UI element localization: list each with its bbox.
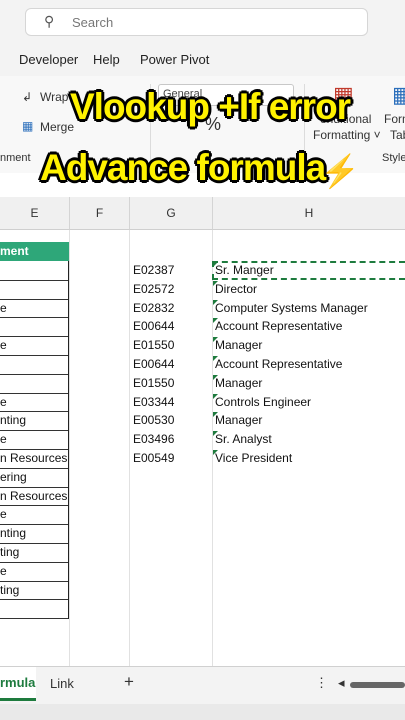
- e-column-header-cell[interactable]: ment: [0, 242, 69, 261]
- e-column-cell[interactable]: e: [0, 299, 7, 318]
- job-title-cell[interactable]: Controls Engineer: [215, 393, 311, 412]
- employee-id-cell[interactable]: E03496: [133, 430, 174, 449]
- scroll-left-icon[interactable]: ◂: [338, 675, 345, 691]
- grid-line: [212, 230, 213, 666]
- e-column-cell[interactable]: n Resources: [0, 449, 67, 468]
- menu-developer[interactable]: Developer: [19, 52, 78, 67]
- copy-selection-marquee: [212, 261, 405, 280]
- formula-indicator-icon: [213, 299, 218, 305]
- sheet-tab-link[interactable]: Link: [50, 676, 74, 691]
- search-placeholder: Search: [72, 15, 114, 30]
- employee-id-cell[interactable]: E01550: [133, 336, 174, 355]
- formula-indicator-icon: [213, 450, 218, 455]
- job-title-cell[interactable]: Vice President: [215, 449, 292, 468]
- formula-indicator-icon: [213, 412, 218, 418]
- e-row-border: [0, 279, 68, 281]
- formula-indicator-icon: [213, 337, 218, 343]
- column-header-e[interactable]: E: [0, 197, 69, 230]
- e-column-cell[interactable]: e: [0, 393, 7, 412]
- employee-id-cell[interactable]: E00644: [133, 355, 174, 374]
- title-bar: ⚲ Search: [0, 0, 405, 44]
- group-alignment-label: nment: [0, 152, 31, 164]
- sheet-tab-bar: rmula Link + ⋮ ◂: [0, 666, 405, 705]
- job-title-cell[interactable]: Account Representative: [215, 355, 342, 374]
- wrap-text-button[interactable]: Wrap: [40, 90, 68, 104]
- job-title-cell[interactable]: Computer Systems Manager: [215, 299, 368, 318]
- e-column-cell[interactable]: ting: [0, 543, 19, 562]
- overlay-title-line-2: Advance formula: [40, 147, 326, 188]
- lightning-icon: ⚡: [320, 153, 360, 189]
- e-row-border: [0, 298, 68, 300]
- column-header-h[interactable]: H: [212, 197, 405, 230]
- e-column-cell[interactable]: e: [0, 505, 7, 524]
- column-header-f[interactable]: F: [69, 197, 129, 230]
- e-row-border: [0, 373, 68, 375]
- conditional-formatting-dropdown[interactable]: Formatting ˅: [313, 128, 381, 142]
- e-column-cell[interactable]: nting: [0, 411, 26, 430]
- employee-id-cell[interactable]: E02572: [133, 280, 174, 299]
- search-box[interactable]: ⚲ Search: [25, 8, 368, 36]
- overlay-title-line-1: Vlookup +If error: [70, 86, 351, 127]
- job-title-cell[interactable]: Manager: [215, 336, 262, 355]
- employee-id-cell[interactable]: E00644: [133, 317, 174, 336]
- e-row-border: [0, 505, 68, 507]
- employee-id-cell[interactable]: E00549: [133, 449, 174, 468]
- merge-button[interactable]: Merge: [40, 120, 74, 134]
- search-icon: ⚲: [44, 13, 55, 29]
- formula-indicator-icon: [213, 393, 218, 399]
- employee-id-cell[interactable]: E00530: [133, 411, 174, 430]
- formula-indicator-icon: [213, 280, 218, 286]
- format-table-label-2[interactable]: Tab: [390, 128, 405, 142]
- job-title-cell[interactable]: Sr. Analyst: [215, 430, 272, 449]
- e-row-border: [0, 392, 68, 394]
- e-row-border: [0, 618, 68, 620]
- e-column-cell[interactable]: n Resources: [0, 487, 67, 506]
- e-row-border: [0, 355, 68, 356]
- add-sheet-button[interactable]: +: [124, 672, 134, 692]
- formula-indicator-icon: [213, 318, 218, 324]
- e-row-border: [0, 336, 68, 338]
- merge-icon[interactable]: ▦: [22, 119, 33, 133]
- grid-line: [69, 230, 70, 666]
- e-row-border: [0, 561, 68, 563]
- formula-indicator-icon: [213, 431, 218, 437]
- grid-line: [129, 230, 130, 666]
- job-title-cell[interactable]: Manager: [215, 411, 262, 430]
- job-title-cell[interactable]: Account Representative: [215, 317, 342, 336]
- wrap-text-icon[interactable]: ↲: [22, 90, 32, 104]
- employee-id-cell[interactable]: E01550: [133, 374, 174, 393]
- menu-power-pivot[interactable]: Power Pivot: [140, 52, 209, 67]
- menu-bar: Developer Help Power Pivot: [0, 44, 405, 76]
- e-column-cell[interactable]: e: [0, 562, 7, 581]
- horizontal-scrollbar[interactable]: [350, 682, 405, 688]
- e-column-cell[interactable]: nting: [0, 524, 26, 543]
- group-styles-label: Style: [382, 152, 405, 164]
- e-row-border: [0, 599, 68, 601]
- job-title-cell[interactable]: Manager: [215, 374, 262, 393]
- e-column-cell[interactable]: e: [0, 336, 7, 355]
- e-column-table-border: [0, 261, 69, 619]
- e-row-border: [0, 430, 68, 432]
- sheet-tab-formula[interactable]: rmula: [0, 667, 36, 701]
- employee-id-cell[interactable]: E02387: [133, 261, 174, 280]
- formula-indicator-icon: [213, 374, 218, 380]
- e-column-cell[interactable]: e: [0, 430, 7, 449]
- formula-indicator-icon: [213, 356, 218, 361]
- format-table-label[interactable]: Form: [384, 112, 405, 126]
- more-options-icon[interactable]: ⋮: [315, 675, 328, 691]
- e-column-cell[interactable]: ting: [0, 581, 19, 600]
- e-column-cell[interactable]: ering: [0, 468, 27, 487]
- column-header-g[interactable]: G: [129, 197, 212, 230]
- menu-help[interactable]: Help: [93, 52, 120, 67]
- employee-id-cell[interactable]: E03344: [133, 393, 174, 412]
- format-table-icon[interactable]: ▦: [392, 82, 405, 108]
- status-bar: [0, 704, 405, 720]
- e-row-border: [0, 317, 68, 319]
- job-title-cell[interactable]: Director: [215, 280, 257, 299]
- employee-id-cell[interactable]: E02832: [133, 299, 174, 318]
